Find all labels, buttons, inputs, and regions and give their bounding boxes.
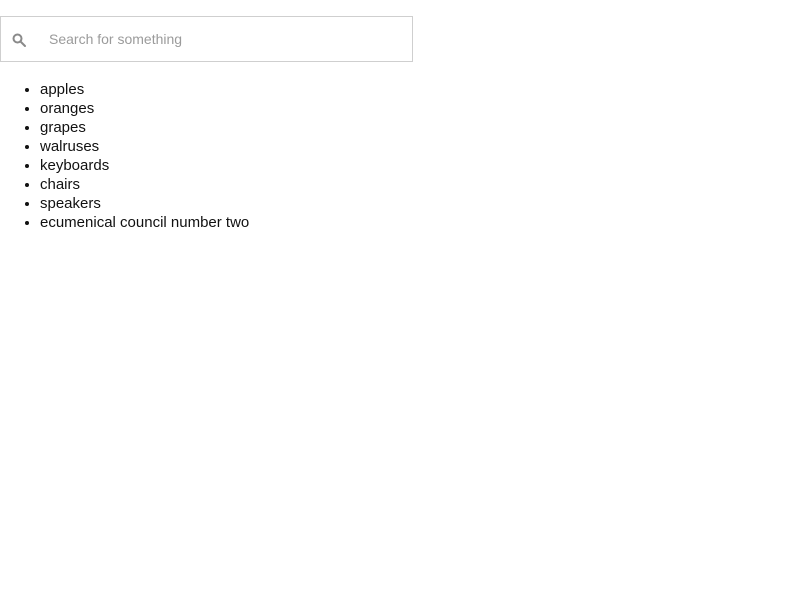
list-item: apples	[40, 80, 249, 99]
item-list: apples oranges grapes walruses keyboards…	[0, 80, 249, 232]
list-item: oranges	[40, 99, 249, 118]
list-item: walruses	[40, 137, 249, 156]
list-item: chairs	[40, 175, 249, 194]
list-item: grapes	[40, 118, 249, 137]
list-item: ecumenical council number two	[40, 213, 249, 232]
list-item: keyboards	[40, 156, 249, 175]
list-item: speakers	[40, 194, 249, 213]
search-box[interactable]	[0, 16, 413, 62]
search-icon	[11, 32, 27, 48]
search-input[interactable]	[49, 17, 409, 61]
